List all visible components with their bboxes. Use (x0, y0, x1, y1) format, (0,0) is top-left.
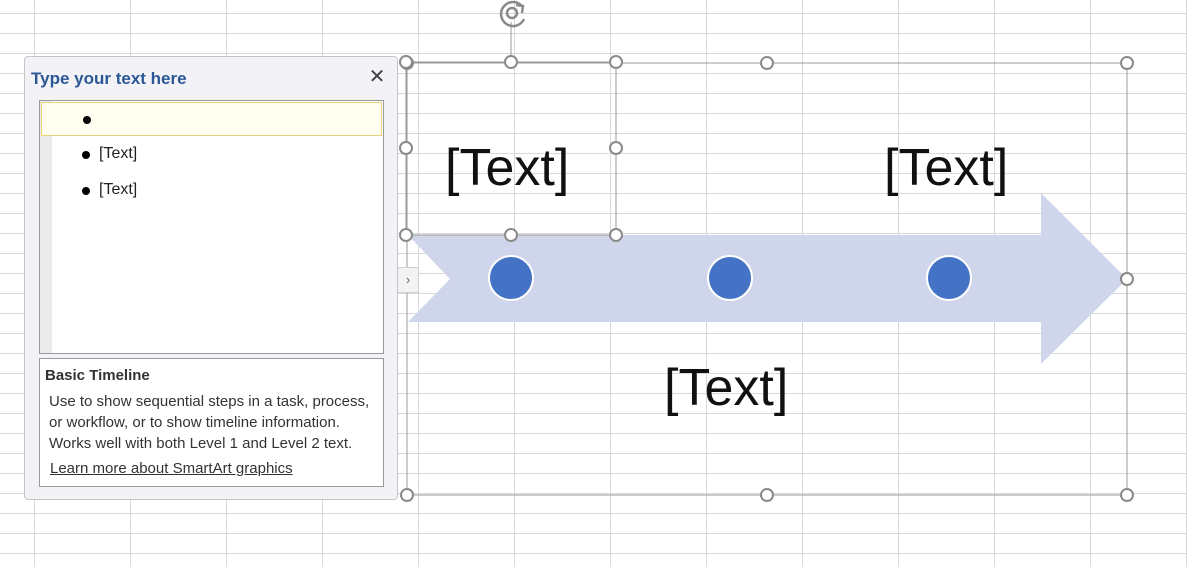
frame-handle-bottom-left[interactable] (400, 488, 414, 502)
layout-title: Basic Timeline (45, 367, 150, 384)
frame-handle-top-right[interactable] (1120, 56, 1134, 70)
bullet-text[interactable]: [Text] (99, 145, 137, 163)
close-icon[interactable]: ✕ (367, 67, 387, 87)
shape-handle-bottom-middle[interactable] (504, 228, 518, 242)
bullet-item-2[interactable]: [Text] (41, 138, 382, 172)
rotate-icon[interactable] (499, 0, 526, 28)
shape-handle-top-right[interactable] (609, 55, 623, 69)
bullet-icon (83, 116, 91, 124)
frame-handle-bottom-middle[interactable] (760, 488, 774, 502)
bullet-icon (82, 151, 90, 159)
shape-handle-top-left[interactable] (399, 55, 413, 69)
timeline-node-1[interactable] (488, 255, 534, 301)
shape-label-1[interactable]: [Text] (445, 138, 569, 198)
shape-handle-middle-left[interactable] (399, 141, 413, 155)
shape-handle-top-middle[interactable] (504, 55, 518, 69)
frame-handle-right-middle[interactable] (1120, 272, 1134, 286)
bullet-item-1[interactable] (41, 102, 382, 136)
frame-handle-bottom-right[interactable] (1120, 488, 1134, 502)
chevron-right-icon[interactable]: › (397, 267, 419, 293)
bullet-text[interactable]: [Text] (99, 181, 137, 199)
shape-handle-middle-right[interactable] (609, 141, 623, 155)
shape-handle-bottom-right[interactable] (609, 228, 623, 242)
layout-description: Use to show sequential steps in a task, … (49, 393, 370, 452)
shape-label-3[interactable]: [Text] (884, 138, 1008, 198)
learn-more-link[interactable]: Learn more about SmartArt graphics (50, 460, 293, 477)
pane-title: Type your text here (31, 69, 187, 88)
shape-handle-bottom-left[interactable] (399, 228, 413, 242)
frame-handle-top-middle[interactable] (760, 56, 774, 70)
timeline-node-2[interactable] (707, 255, 753, 301)
layout-info: Basic Timeline Use to show sequential st… (39, 358, 384, 487)
text-pane: Type your text here ✕ [Text] [Text] Basi… (24, 56, 398, 500)
bullet-icon (82, 187, 90, 195)
shape-label-2[interactable]: [Text] (664, 358, 788, 418)
outline-area[interactable]: [Text] [Text] (39, 100, 384, 354)
bullet-item-3[interactable]: [Text] (41, 174, 382, 208)
timeline-node-3[interactable] (926, 255, 972, 301)
